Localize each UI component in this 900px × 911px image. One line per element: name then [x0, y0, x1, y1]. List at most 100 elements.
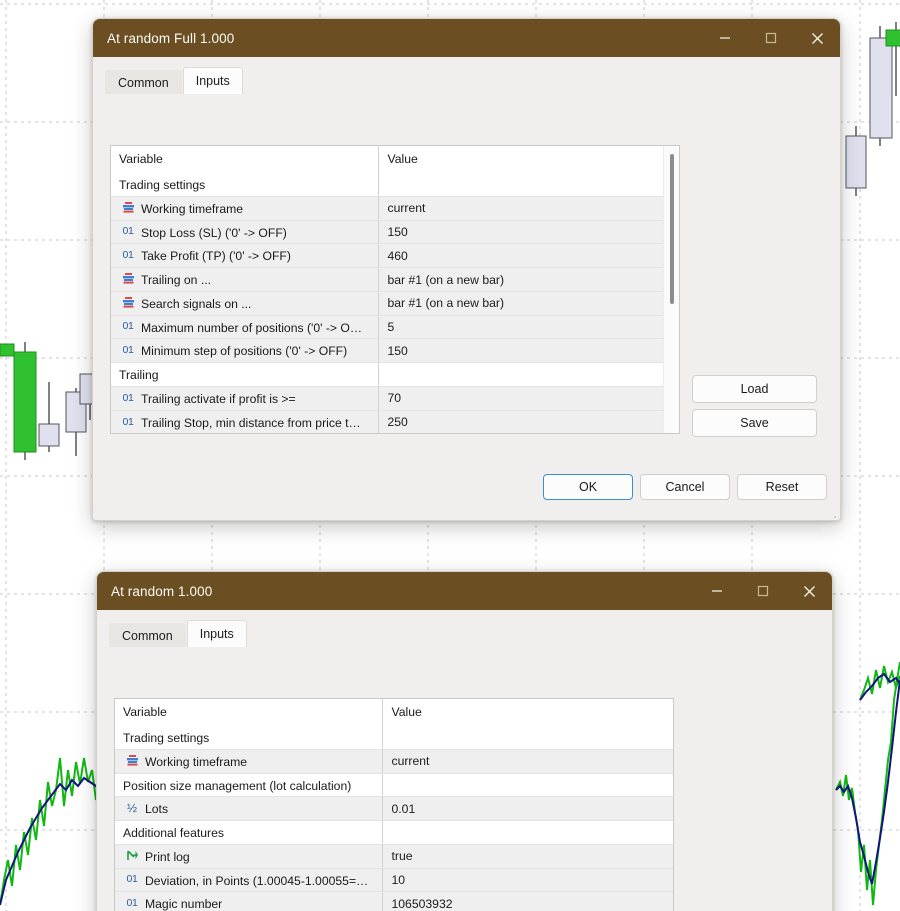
dialog-full-title: At random Full 1.000	[107, 30, 235, 46]
reset-button[interactable]: Reset	[737, 474, 827, 500]
row-value[interactable]	[378, 173, 679, 197]
candlestick-group-right	[845, 22, 900, 196]
row-variable: 01 Minimum step of positions ('0' -> OFF)	[111, 338, 379, 364]
resize-grip[interactable]	[825, 515, 837, 521]
close-icon[interactable]	[786, 572, 832, 610]
table-row-item[interactable]: 01 Minimum step of positions ('0' -> OFF)…	[111, 338, 679, 364]
row-variable-label: Search signals on ...	[141, 296, 252, 311]
tab-common-label: Common	[122, 628, 173, 643]
ok-button[interactable]: OK	[543, 474, 633, 500]
table-row-item[interactable]: 01 Stop Loss (SL) ('0' -> OFF) 150	[111, 220, 679, 245]
row-variable-label: Maximum number of positions ('0' -> O…	[141, 320, 363, 335]
table-row-item[interactable]: Print log true	[115, 844, 673, 869]
row-value[interactable]: true	[382, 844, 673, 869]
cancel-button[interactable]: Cancel	[640, 474, 730, 500]
row-value[interactable]: 70	[378, 386, 679, 411]
row-value[interactable]: current	[382, 749, 673, 774]
table-row-group[interactable]: Position size management (lot calculatio…	[115, 773, 673, 798]
row-variable: Working timeframe	[111, 196, 379, 221]
load-button[interactable]: Load	[692, 375, 817, 403]
row-variable-label: Print log	[145, 849, 190, 864]
row-value[interactable]: 250	[378, 410, 679, 433]
integer-type-icon: 01	[122, 415, 134, 428]
row-variable-label: Trading settings	[119, 177, 206, 192]
dialog-simple-body: Common Inputs Variable Value Trading setti…	[97, 619, 832, 911]
row-variable-label: Trailing on ...	[141, 272, 211, 287]
row-value[interactable]: 150	[378, 338, 679, 364]
ok-button-label: OK	[578, 480, 598, 494]
row-value[interactable]	[382, 820, 673, 845]
table-row-group[interactable]: Additional features	[115, 820, 673, 845]
row-variable-label: Trailing Stop, min distance from price t…	[141, 415, 361, 430]
tab-common[interactable]: Common	[109, 623, 186, 647]
table-row-group[interactable]: Trailing	[111, 362, 679, 388]
table-row-item[interactable]: 01 Maximum number of positions ('0' -> O……	[111, 315, 679, 340]
dialog-simple-table-panel[interactable]: Variable Value Trading settings Working tim…	[114, 698, 674, 911]
integer-type-icon: 01	[122, 320, 134, 333]
table-row-item[interactable]: Working timeframe current	[111, 196, 679, 221]
row-variable: 01 Stop Loss (SL) ('0' -> OFF)	[111, 220, 379, 245]
row-value[interactable]	[382, 726, 673, 750]
row-value[interactable]: bar #1 (on a new bar)	[378, 291, 679, 316]
row-variable: Trading settings	[111, 173, 379, 197]
row-value[interactable]: 10	[382, 868, 673, 893]
table-row-item[interactable]: Search signals on ... bar #1 (on a new ba…	[111, 291, 679, 316]
table-row-item[interactable]: 01 Trailing Stop, min distance from price…	[111, 410, 679, 433]
minimize-icon[interactable]	[694, 572, 740, 610]
dialog-full-table-panel[interactable]: Variable Value Trading settings Working tim…	[110, 145, 680, 434]
table-row-group[interactable]: Trading settings	[111, 173, 679, 197]
row-value[interactable]: 150	[378, 220, 679, 245]
row-value[interactable]: 106503932	[382, 891, 673, 911]
table-header-row: Variable Value	[111, 146, 679, 173]
dialog-full-scrollbar[interactable]	[663, 146, 679, 433]
row-value[interactable]	[382, 773, 673, 798]
double-type-icon: ½	[126, 801, 137, 816]
row-variable: 01 Deviation, in Points (1.00045-1.00055=…	[115, 868, 383, 893]
table-row-group[interactable]: Trading settings	[115, 726, 673, 750]
screen-root: At random Full 1.000 Common Inputs Varia…	[0, 0, 900, 911]
table-row-item[interactable]: 01 Magic number 106503932	[115, 891, 673, 911]
save-button[interactable]: Save	[692, 409, 817, 437]
maximize-icon[interactable]	[740, 572, 786, 610]
table-row-item[interactable]: ½ Lots 0.01	[115, 796, 673, 822]
dialog-full-titlebar[interactable]: At random Full 1.000	[93, 19, 840, 57]
dialog-simple-props-table: Variable Value Trading settings Working tim…	[115, 699, 673, 911]
minimize-icon[interactable]	[702, 19, 748, 57]
tab-common[interactable]: Common	[105, 70, 182, 94]
row-value[interactable]: 460	[378, 243, 679, 269]
enum-type-icon	[119, 201, 137, 214]
row-value[interactable]: bar #1 (on a new bar)	[378, 267, 679, 292]
row-variable: Print log	[115, 844, 383, 869]
tab-inputs[interactable]: Inputs	[182, 67, 243, 94]
header-value: Value	[378, 146, 679, 173]
row-variable-label: Trading settings	[123, 730, 210, 745]
dialog-full-scroll-thumb[interactable]	[670, 154, 674, 304]
dialog-at-random[interactable]: At random 1.000 Common Inputs Variable V…	[96, 571, 833, 911]
close-icon[interactable]	[794, 19, 840, 57]
row-value[interactable]: current	[378, 196, 679, 221]
table-row-item[interactable]: Trailing on ... bar #1 (on a new bar)	[111, 267, 679, 292]
row-variable: Trading settings	[115, 726, 383, 750]
row-variable-label: Deviation, in Points (1.00045-1.00055=…	[145, 873, 369, 888]
enum-type-icon	[119, 272, 137, 285]
row-variable-label: Minimum step of positions ('0' -> OFF)	[141, 344, 348, 359]
maximize-icon[interactable]	[748, 19, 794, 57]
table-row-item[interactable]: 01 Take Profit (TP) ('0' -> OFF) 460	[111, 243, 679, 269]
row-value[interactable]: 5	[378, 315, 679, 340]
table-row-item[interactable]: 01 Trailing activate if profit is >= 70	[111, 386, 679, 411]
row-variable: 01 Maximum number of positions ('0' -> O…	[111, 315, 379, 340]
reset-button-label: Reset	[765, 480, 799, 494]
load-button-label: Load	[740, 382, 769, 396]
row-value[interactable]	[378, 362, 679, 388]
row-variable: Search signals on ...	[111, 291, 379, 316]
row-variable: Trailing on ...	[111, 267, 379, 292]
table-row-item[interactable]: 01 Deviation, in Points (1.00045-1.00055=…	[115, 868, 673, 893]
integer-type-icon: 01	[126, 897, 138, 910]
row-value[interactable]: 0.01	[382, 796, 673, 822]
dialog-at-random-full[interactable]: At random Full 1.000 Common Inputs Varia…	[92, 18, 841, 521]
tab-inputs[interactable]: Inputs	[186, 620, 247, 647]
table-row-item[interactable]: Working timeframe current	[115, 749, 673, 774]
integer-type-icon: 01	[122, 249, 134, 262]
dialog-simple-titlebar[interactable]: At random 1.000	[97, 572, 832, 610]
integer-type-icon: 01	[122, 391, 134, 404]
